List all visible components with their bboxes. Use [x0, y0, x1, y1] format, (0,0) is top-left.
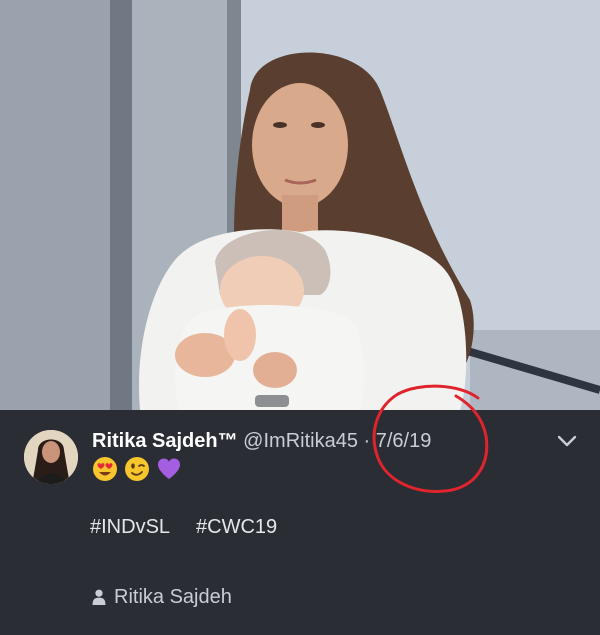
- tweet-emojis: [92, 456, 182, 482]
- person-icon: [92, 589, 106, 605]
- avatar-image: [24, 430, 78, 484]
- hashtag-cwc19[interactable]: #CWC19: [196, 516, 277, 538]
- separator-dot: ·: [363, 430, 371, 452]
- winking-face-emoji: [125, 457, 149, 481]
- user-handle[interactable]: @ImRitika45: [243, 430, 358, 452]
- tweet-screenshot: Ritika Sajdeh™ @ImRitika45 · 7/6/19 #IND…: [0, 0, 600, 635]
- display-name[interactable]: Ritika Sajdeh™: [92, 430, 238, 452]
- photo-illustration: [0, 0, 600, 410]
- chevron-down-icon[interactable]: [552, 428, 582, 454]
- heart-eyes-emoji: [93, 457, 117, 481]
- tagged-user-name[interactable]: Ritika Sajdeh: [114, 584, 232, 610]
- avatar[interactable]: [24, 430, 78, 484]
- hashtag-list: #INDvSL #CWC19: [90, 514, 277, 540]
- tweet-photo[interactable]: [0, 0, 600, 410]
- tweet-date[interactable]: 7/6/19: [376, 430, 432, 452]
- tagged-user[interactable]: Ritika Sajdeh: [92, 584, 232, 610]
- hashtag-indvsl[interactable]: #INDvSL: [90, 516, 170, 538]
- tweet-header: Ritika Sajdeh™ @ImRitika45 · 7/6/19: [92, 428, 431, 454]
- purple-heart-emoji: [158, 458, 180, 479]
- tweet-card[interactable]: Ritika Sajdeh™ @ImRitika45 · 7/6/19 #IND…: [0, 410, 600, 635]
